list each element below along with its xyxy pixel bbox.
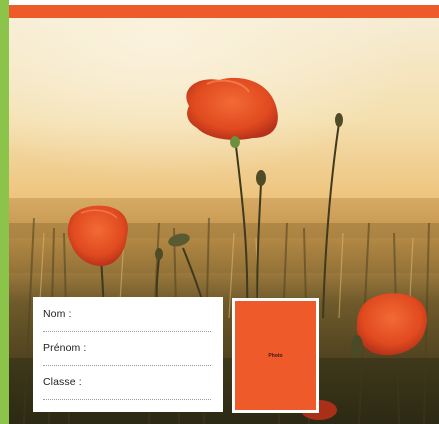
top-accent-bar [9, 5, 439, 18]
classe-line[interactable] [43, 399, 211, 400]
prenom-line[interactable] [43, 365, 211, 366]
prenom-field[interactable]: Prénom : [43, 342, 211, 366]
student-info-card: Nom : Prénom : Classe : [33, 297, 223, 412]
photo-label: Photo [268, 353, 283, 359]
nom-line[interactable] [43, 331, 211, 332]
classe-field[interactable]: Classe : [43, 376, 211, 400]
classe-label: Classe : [43, 376, 82, 388]
nom-label: Nom : [43, 308, 72, 320]
left-green-strip [0, 0, 9, 424]
photo-placeholder[interactable]: Photo [235, 301, 316, 410]
photo-frame: Photo [232, 298, 319, 413]
prenom-label: Prénom : [43, 342, 87, 354]
nom-field[interactable]: Nom : [43, 308, 211, 332]
